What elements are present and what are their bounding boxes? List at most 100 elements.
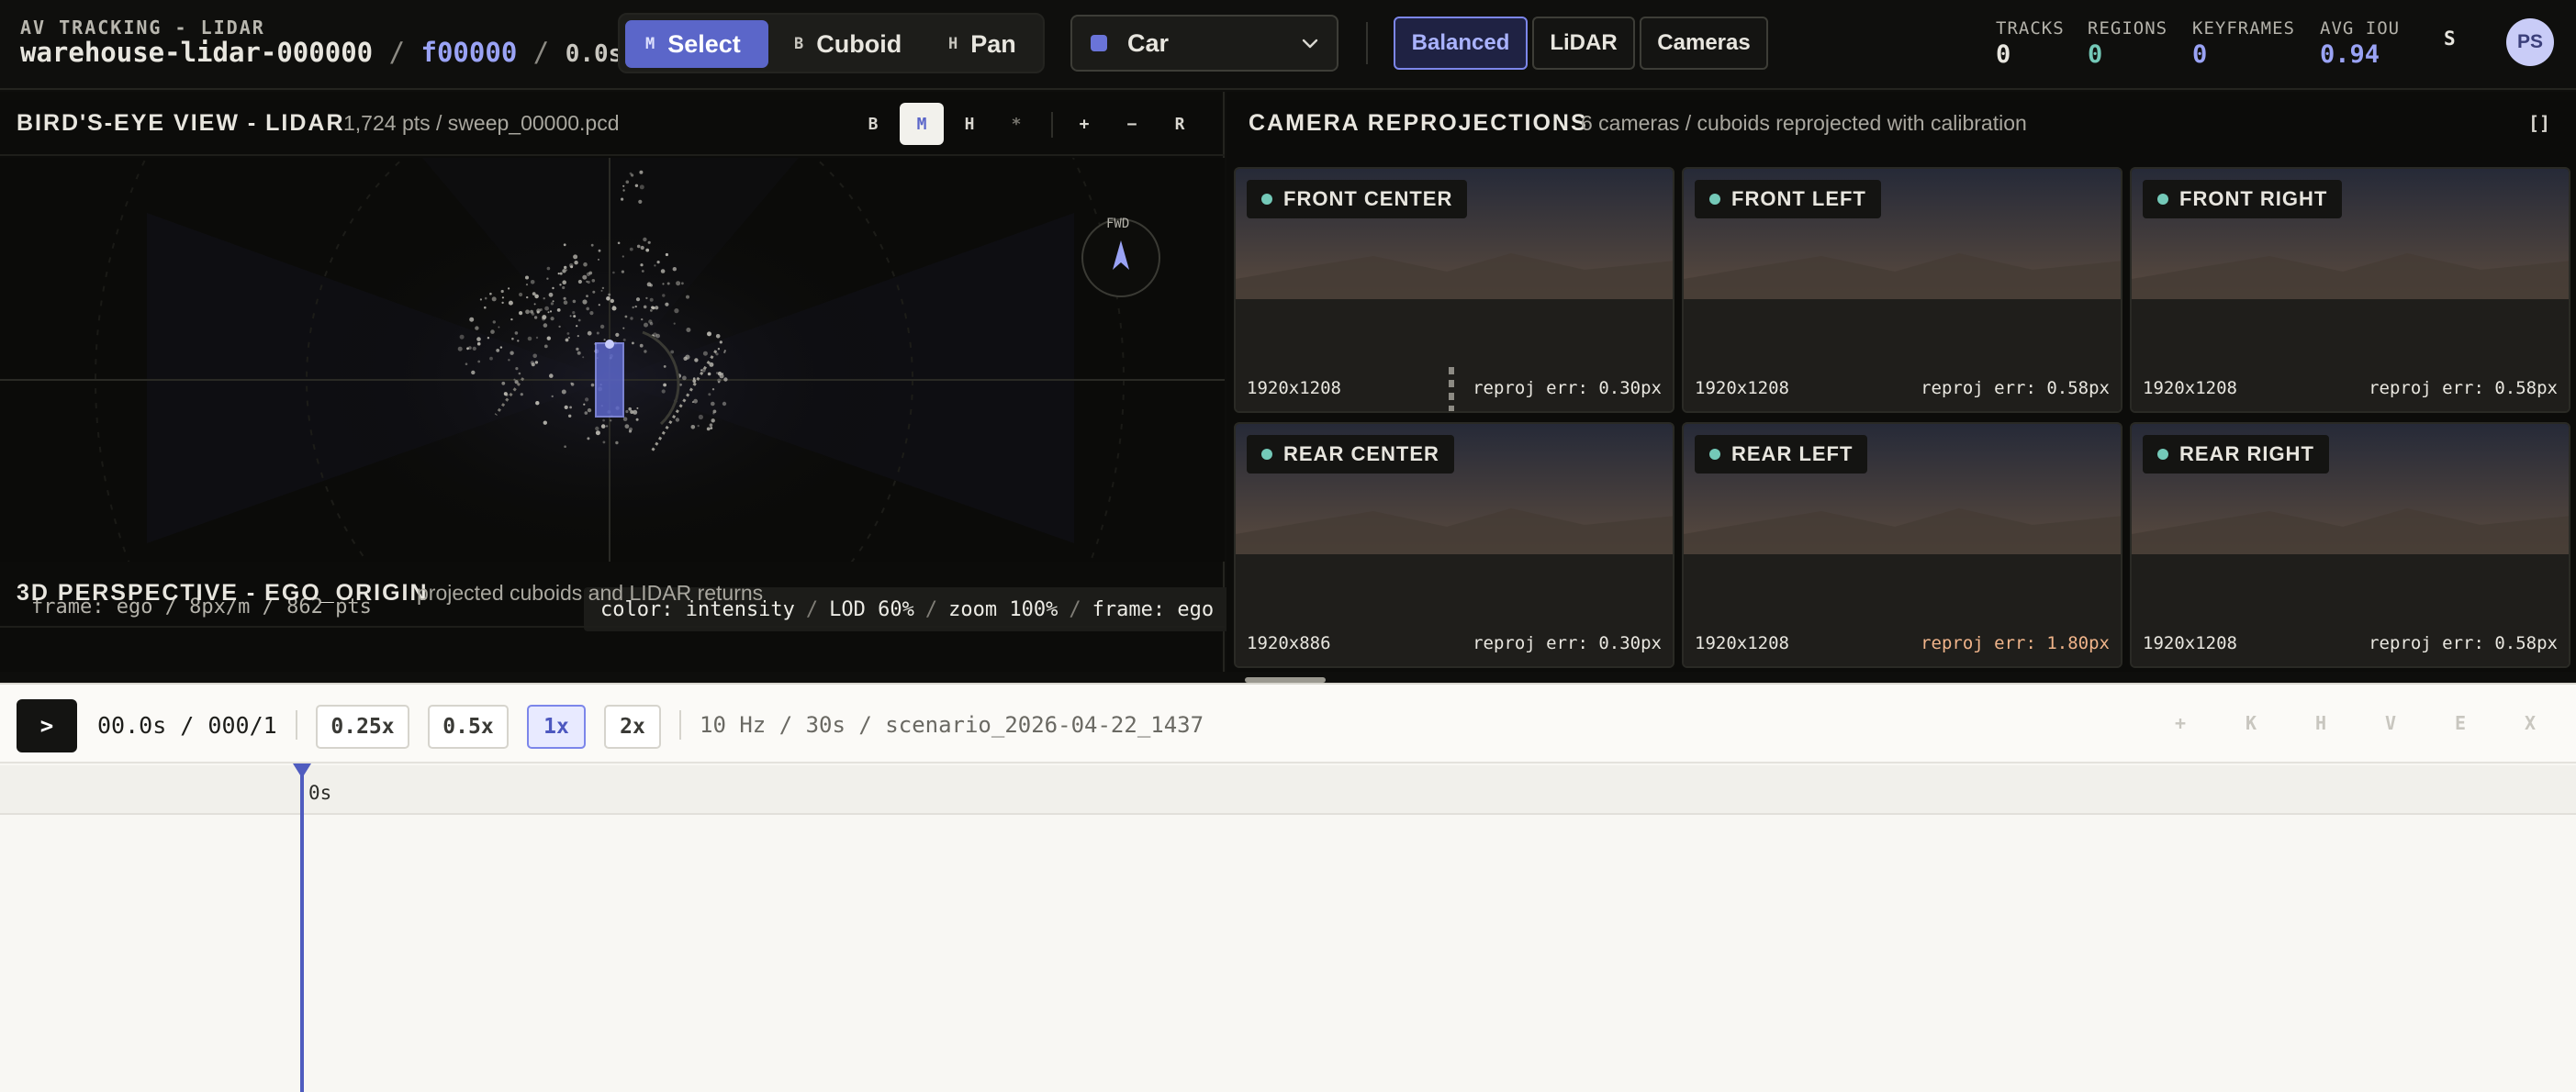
reset-view-button[interactable]: R bbox=[1158, 103, 1202, 145]
camera-tile[interactable]: FRONT LEFT 1920x1208 reproj err: 0.58px bbox=[1682, 167, 2122, 413]
camera-panel: CAMERA REPROJECTIONS 6 cameras / cuboids… bbox=[1226, 92, 2576, 672]
camera-name: FRONT LEFT bbox=[1731, 187, 1866, 210]
class-select[interactable]: Car bbox=[1070, 15, 1338, 72]
edit-tool-button[interactable]: E bbox=[2455, 712, 2466, 734]
top-header: AV TRACKING - LIDAR warehouse-lidar-0000… bbox=[0, 0, 2576, 90]
speed-1x-button[interactable]: 1x bbox=[527, 705, 586, 749]
camera-status-dot bbox=[1709, 449, 1720, 460]
zoom-out-button[interactable]: − bbox=[1110, 103, 1154, 145]
status-zoom: zoom 100% bbox=[948, 597, 1058, 621]
speed-0-25x-button[interactable]: 0.25x bbox=[316, 705, 409, 749]
add-keyframe-button[interactable]: + bbox=[2175, 712, 2186, 734]
status-frame: frame: ego bbox=[1092, 597, 1215, 621]
transport-divider bbox=[296, 710, 297, 740]
class-select-value: Car bbox=[1127, 28, 1170, 57]
camera-resolution: 1920x886 bbox=[1247, 633, 1331, 653]
camera-reproj-error: reproj err: 0.30px bbox=[1473, 378, 1662, 398]
view-height-button[interactable]: H bbox=[947, 103, 991, 145]
lidar-point-cloud bbox=[0, 158, 1225, 562]
camera-name-label: FRONT LEFT bbox=[1695, 180, 1881, 218]
camera-panel-subtitle: 6 cameras / cuboids reprojected with cal… bbox=[1581, 111, 2027, 135]
preset-balanced-button[interactable]: Balanced bbox=[1394, 17, 1528, 70]
timeline-ruler[interactable] bbox=[0, 765, 2576, 815]
stat-label: TRACKS bbox=[1996, 18, 2065, 39]
frame-time: 0.0s bbox=[565, 40, 623, 68]
stat-value: 0.94 bbox=[2320, 40, 2380, 69]
frame-id[interactable]: f00000 bbox=[421, 37, 518, 68]
perspective-title: 3D PERSPECTIVE - EGO_ORIGIN bbox=[17, 580, 429, 606]
camera-resolution: 1920x1208 bbox=[1695, 633, 1789, 653]
tool-select-button[interactable]: M Select bbox=[625, 20, 768, 68]
perspective-divider bbox=[0, 626, 1225, 628]
class-color-swatch bbox=[1091, 35, 1107, 51]
project-title: warehouse-lidar-000000 / f00000 / 0.0s bbox=[20, 37, 622, 68]
dataset-name: warehouse-lidar-000000 bbox=[20, 37, 374, 68]
tool-shortcut: B bbox=[794, 35, 804, 53]
status-lod: LOD 60% bbox=[829, 597, 914, 621]
speed-2x-button[interactable]: 2x bbox=[604, 705, 661, 749]
camera-tile[interactable]: REAR CENTER 1920x886 reproj err: 0.30px bbox=[1234, 422, 1674, 668]
perspective-subtitle: projected cuboids and LIDAR returns bbox=[417, 581, 764, 605]
camera-name-label: REAR RIGHT bbox=[2143, 435, 2329, 474]
zoom-in-button[interactable]: + bbox=[1062, 103, 1106, 145]
tool-cuboid-button[interactable]: B Cuboid bbox=[774, 20, 930, 68]
reprojected-marker bbox=[1449, 367, 1454, 411]
track-area[interactable] bbox=[0, 817, 2576, 1092]
camera-tile[interactable]: REAR LEFT 1920x1208 reproj err: 1.80px bbox=[1682, 422, 2122, 668]
camera-reproj-error: reproj err: 0.30px bbox=[1473, 633, 1662, 653]
tool-pan-button[interactable]: H Pan bbox=[928, 20, 1042, 68]
transport-divider bbox=[679, 710, 681, 740]
playhead[interactable] bbox=[300, 763, 304, 1092]
camera-name-label: REAR LEFT bbox=[1695, 435, 1868, 474]
shortcuts-button[interactable]: S bbox=[2444, 28, 2456, 50]
bev-canvas[interactable]: FWD bbox=[0, 158, 1225, 562]
camera-name: REAR LEFT bbox=[1731, 442, 1854, 465]
transport-bar: > 00.0s / 000/1 0.25x 0.5x 1x 2x 10 Hz /… bbox=[0, 685, 2576, 763]
stat-label: KEYFRAMES bbox=[2192, 18, 2295, 39]
camera-reproj-error: reproj err: 1.80px bbox=[1921, 633, 2110, 653]
preset-lidar-button[interactable]: LiDAR bbox=[1532, 17, 1635, 70]
stat-value: 0 bbox=[1996, 40, 2011, 69]
time-readout: 00.0s / 000/1 bbox=[97, 712, 277, 739]
delete-tool-button[interactable]: X bbox=[2525, 712, 2536, 734]
preset-cameras-button[interactable]: Cameras bbox=[1640, 17, 1768, 70]
camera-status-dot bbox=[2157, 194, 2168, 205]
camera-resolution: 1920x1208 bbox=[2143, 633, 2237, 653]
camera-name: FRONT CENTER bbox=[1283, 187, 1453, 210]
view-divider bbox=[1051, 112, 1053, 138]
camera-status-dot bbox=[2157, 449, 2168, 460]
camera-reproj-error: reproj err: 0.58px bbox=[1921, 378, 2110, 398]
timeline-panel: > 00.0s / 000/1 0.25x 0.5x 1x 2x 10 Hz /… bbox=[0, 683, 2576, 1092]
hide-tool-button[interactable]: H bbox=[2315, 712, 2326, 734]
expand-icon[interactable]: [] bbox=[2528, 112, 2550, 134]
stat-value: 0 bbox=[2192, 40, 2208, 69]
stat-regions: REGIONS 0 bbox=[2088, 18, 2167, 69]
camera-name: REAR RIGHT bbox=[2179, 442, 2314, 465]
title-separator: / bbox=[388, 37, 406, 68]
keyframe-tool-button[interactable]: K bbox=[2246, 712, 2257, 734]
camera-tile[interactable]: REAR RIGHT 1920x1208 reproj err: 0.58px bbox=[2130, 422, 2570, 668]
play-button[interactable]: > bbox=[17, 699, 77, 752]
camera-status-dot bbox=[1261, 449, 1272, 460]
stat-keyframes: KEYFRAMES 0 bbox=[2192, 18, 2295, 69]
view-birdseye-button[interactable]: B bbox=[851, 103, 895, 145]
visibility-tool-button[interactable]: V bbox=[2385, 712, 2396, 734]
bev-title: BIRD'S-EYE VIEW - LIDAR bbox=[17, 110, 345, 136]
camera-name: REAR CENTER bbox=[1283, 442, 1439, 465]
camera-tile[interactable]: FRONT RIGHT 1920x1208 reproj err: 0.58px bbox=[2130, 167, 2570, 413]
camera-status-dot bbox=[1709, 194, 1720, 205]
ruler-tick-label: 0s bbox=[308, 782, 332, 804]
speed-0-5x-button[interactable]: 0.5x bbox=[428, 705, 509, 749]
view-star-button[interactable]: * bbox=[994, 103, 1038, 145]
camera-name: FRONT RIGHT bbox=[2179, 187, 2328, 210]
stat-avg-iou: AVG IOU 0.94 bbox=[2320, 18, 2400, 69]
view-mixed-button[interactable]: M bbox=[900, 103, 944, 145]
tool-shortcut: M bbox=[645, 35, 655, 53]
header-divider bbox=[1366, 22, 1368, 64]
tool-label: Cuboid bbox=[816, 29, 902, 58]
title-separator: / bbox=[532, 37, 550, 68]
tool-shortcut: H bbox=[948, 35, 958, 53]
avatar[interactable]: PS bbox=[2506, 18, 2554, 66]
cuboid-box[interactable] bbox=[595, 342, 624, 418]
camera-tile[interactable]: FRONT CENTER 1920x1208 reproj err: 0.30px bbox=[1234, 167, 1674, 413]
